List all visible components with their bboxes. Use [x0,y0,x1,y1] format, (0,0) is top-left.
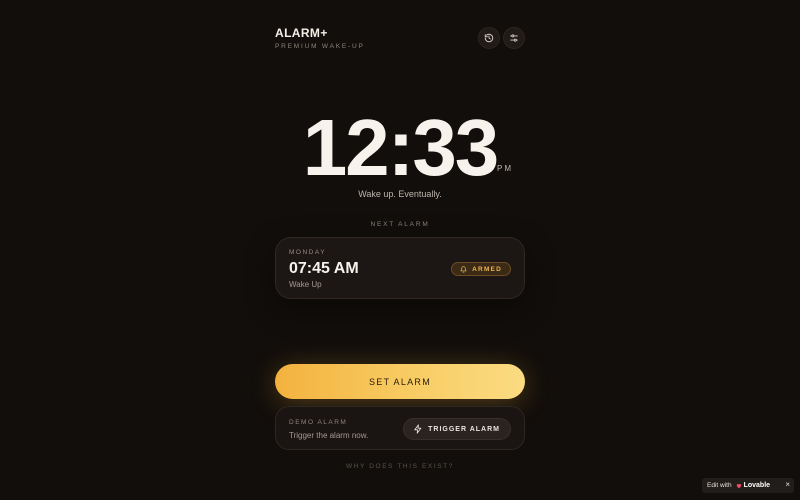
badge-prefix: Edit with [707,482,732,489]
close-icon[interactable]: × [785,480,790,490]
tagline: Wake up. Eventually. [358,189,442,199]
demo-description: Trigger the alarm now. [289,431,369,440]
next-alarm-heading: NEXT ALARM [370,221,430,228]
alarm-name: Wake Up [289,280,322,289]
clock-display: 12:33 PM [275,108,525,188]
lovable-heart-icon [736,483,741,488]
history-icon [484,33,494,43]
app-header: ALARM+ PREMIUM WAKE-UP [275,26,525,56]
bell-icon [460,265,467,272]
settings-button[interactable] [503,27,525,49]
trigger-alarm-label: TRIGGER ALARM [428,425,500,433]
history-button[interactable] [478,27,500,49]
why-link[interactable]: WHY DOES THIS EXIST? [275,463,525,470]
alarm-app: ALARM+ PREMIUM WAKE-UP 12:33 PM Wake up.… [275,0,525,500]
current-time: 12:33 [302,103,500,192]
next-alarm-card[interactable]: MONDAY 07:45 AM Wake Up ARMED [275,237,525,299]
alarm-day: MONDAY [289,249,327,256]
status-text: ARMED [472,265,502,273]
trigger-alarm-button[interactable]: TRIGGER ALARM [403,418,511,440]
alarm-time: 07:45 AM [289,260,359,277]
set-alarm-button[interactable]: SET ALARM [275,364,525,399]
status-badge: ARMED [451,262,511,276]
edit-with-lovable-badge[interactable]: Edit with Lovable × [702,478,794,493]
lightning-icon [414,424,422,434]
time-period: PM [497,164,513,173]
demo-alarm-card: DEMO ALARM Trigger the alarm now. TRIGGE… [275,406,525,450]
badge-brand: Lovable [743,482,771,489]
demo-label: DEMO ALARM [289,419,348,426]
sliders-icon [510,34,518,42]
